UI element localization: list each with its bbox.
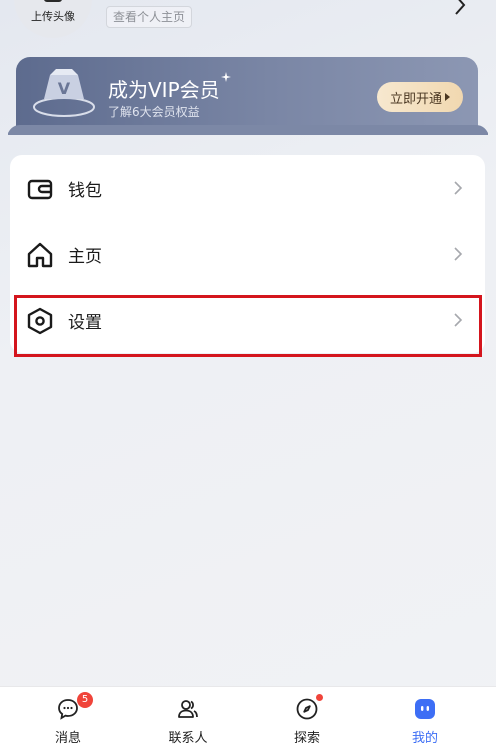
menu-item-home[interactable]: 主页	[10, 221, 485, 287]
menu-item-label: 主页	[68, 247, 102, 267]
new-content-dot	[316, 694, 323, 701]
vip-banner[interactable]: V 成为VIP会员 了解6大会员权益 立即开通	[16, 57, 478, 135]
unread-badge: 5	[77, 692, 93, 708]
play-arrow-icon	[445, 93, 450, 101]
vip-banner-edge	[8, 125, 488, 135]
tab-explore[interactable]: 探索	[245, 687, 369, 751]
bottom-tab-bar: 5 消息 联系人 探索 我的	[0, 686, 496, 751]
chevron-right-icon	[454, 247, 463, 261]
camera-icon	[44, 0, 62, 2]
vip-subtitle: 了解6大会员权益	[108, 105, 200, 119]
avatar-upload[interactable]: 上传头像	[14, 0, 92, 38]
tab-label: 联系人	[168, 731, 208, 746]
wallet-icon	[27, 179, 53, 200]
vip-logo-icon: V	[33, 69, 95, 117]
tab-label: 探索	[293, 731, 320, 746]
vip-title: 成为VIP会员	[108, 78, 220, 102]
svg-text:V: V	[58, 79, 71, 98]
chevron-right-icon	[454, 181, 463, 195]
profile-icon	[415, 699, 435, 719]
compass-icon	[296, 698, 318, 720]
view-homepage-button[interactable]: 查看个人主页	[106, 6, 193, 28]
upload-avatar-label: 上传头像	[31, 10, 75, 23]
menu-item-label: 钱包	[68, 181, 102, 201]
tab-label: 消息	[54, 731, 81, 746]
tab-me[interactable]: 我的	[363, 687, 487, 751]
menu-item-wallet[interactable]: 钱包	[10, 155, 485, 221]
sparkle-icon	[221, 72, 231, 82]
settings-highlight-box	[14, 295, 482, 357]
home-icon	[27, 242, 53, 268]
tab-messages[interactable]: 5 消息	[6, 687, 130, 751]
vip-activate-button[interactable]: 立即开通	[377, 82, 463, 112]
contacts-icon	[178, 700, 198, 718]
tab-label: 我的	[411, 731, 438, 746]
vip-activate-label: 立即开通	[389, 91, 442, 107]
tab-contacts[interactable]: 联系人	[126, 687, 250, 751]
chevron-right-icon[interactable]	[452, 0, 468, 16]
